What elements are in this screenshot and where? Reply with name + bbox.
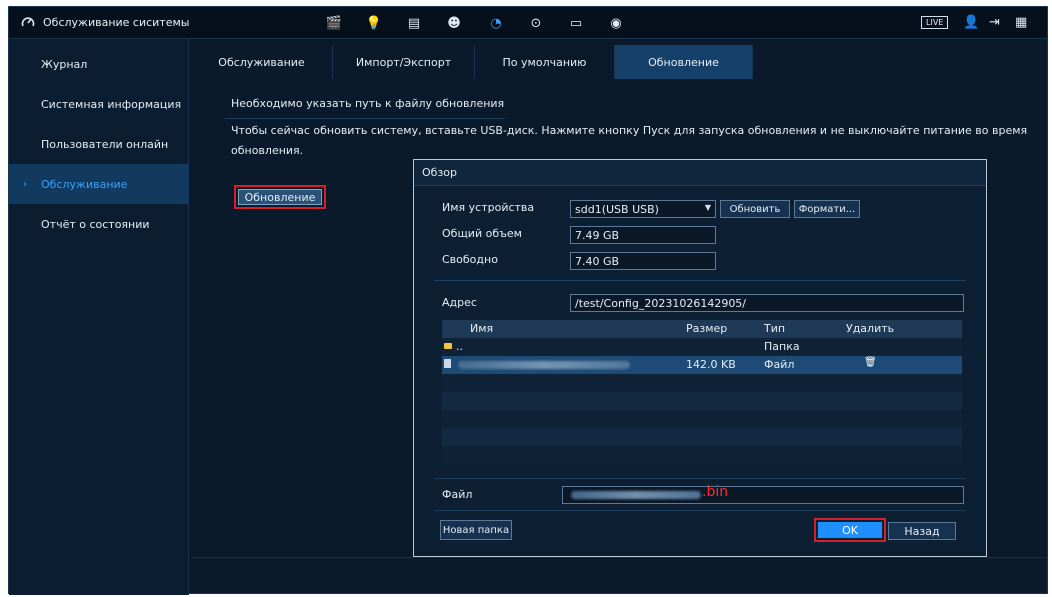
file-extension: .bin — [702, 484, 729, 500]
storage-icon[interactable]: ▤ — [405, 14, 423, 32]
sidebar-item-label: Пользователи онлайн — [41, 137, 169, 151]
col-header-size: Размер — [686, 322, 728, 335]
total-capacity-label: Общий объем — [442, 227, 522, 240]
device-select-value: sdd1(USB USB) — [575, 202, 659, 216]
total-capacity-value: 7.49 GB — [570, 226, 716, 244]
total-capacity-text: 7.49 GB — [575, 228, 620, 242]
ok-button-highlight: OK — [814, 518, 886, 542]
table-row-empty — [442, 392, 962, 410]
update-path-hint: Необходимо указать путь к файлу обновлен… — [231, 97, 505, 110]
top-bar: Обслуживание сиситемы 🎬 💡 ▤ ☻ ◔ ⊙ ▭ ◉ LI… — [9, 7, 1047, 39]
update-instructions-cont: обновления. — [231, 144, 304, 157]
address-field[interactable]: /test/Config_20231026142905/ — [570, 294, 964, 312]
divider — [434, 478, 966, 479]
sidebar-item-label: Журнал — [41, 57, 88, 71]
divider — [434, 280, 966, 281]
divider — [434, 510, 966, 511]
file-label: Файл — [442, 488, 473, 501]
maintenance-gauge-icon — [21, 17, 35, 27]
sidebar-item-label: Отчёт о состоянии — [41, 217, 150, 231]
sidebar-item-maintenance[interactable]: › Обслуживание — [9, 164, 189, 204]
row-name: .. — [456, 340, 463, 353]
update-button-highlight: Обновление — [234, 185, 326, 209]
update-instructions: Чтобы сейчас обновить систему, вставьте … — [231, 124, 1028, 137]
browse-dialog: Обзор Имя устройства sdd1(USB USB) ▼ Обн… — [413, 159, 987, 557]
maintenance-tab-icon[interactable]: ◔ — [487, 14, 505, 32]
tab-label: По умолчанию — [502, 55, 587, 69]
bottom-strip — [191, 557, 1047, 593]
refresh-button[interactable]: Обновить — [720, 200, 790, 218]
tab-default[interactable]: По умолчанию — [475, 45, 615, 79]
col-header-type: Тип — [764, 322, 786, 335]
audio-icon[interactable]: ◉ — [607, 14, 625, 32]
sidebar-item-label: Обслуживание — [41, 177, 128, 191]
dialog-header: Обзор — [414, 160, 986, 186]
app-screen: Обслуживание сиситемы 🎬 💡 ▤ ☻ ◔ ⊙ ▭ ◉ LI… — [8, 6, 1048, 595]
live-button[interactable]: LIVE — [921, 16, 949, 29]
col-header-name: Имя — [470, 322, 494, 335]
tab-label: Обновление — [648, 55, 719, 69]
table-row-empty — [442, 428, 962, 446]
update-button[interactable]: Обновление — [238, 189, 322, 205]
free-space-label: Свободно — [442, 253, 498, 266]
row-size: 142.0 KB — [686, 358, 736, 371]
file-name-field[interactable] — [562, 486, 964, 504]
tab-bar: Обслуживание Импорт/Экспорт По умолчанию… — [191, 45, 1047, 79]
tab-label: Обслуживание — [218, 55, 305, 69]
table-row[interactable]: .. Папка — [442, 338, 962, 356]
chevron-down-icon: ▼ — [704, 203, 711, 212]
folder-icon — [444, 343, 452, 349]
device-select[interactable]: sdd1(USB USB) ▼ — [570, 200, 716, 218]
tab-update[interactable]: Обновление — [615, 45, 753, 79]
user-icon[interactable]: 👤 — [963, 15, 979, 30]
alarm-light-icon[interactable]: 💡 — [365, 14, 383, 32]
free-space-value: 7.40 GB — [570, 252, 716, 270]
network-icon[interactable]: ⊙ — [527, 14, 545, 32]
ai-head-icon[interactable]: ☻ — [445, 14, 463, 32]
table-row-selected[interactable]: 142.0 KB Файл 🗑 — [442, 356, 962, 374]
display-icon[interactable]: ▭ — [567, 14, 585, 32]
device-name-label: Имя устройства — [442, 201, 535, 214]
trash-icon[interactable]: 🗑 — [864, 357, 877, 368]
app-title: Обслуживание сиситемы — [43, 16, 190, 29]
back-button[interactable]: Назад — [888, 522, 956, 540]
sidebar-item-system-info[interactable]: Системная информация — [9, 84, 189, 124]
new-folder-button[interactable]: Новая папка — [440, 520, 512, 540]
col-header-delete: Удалить — [846, 322, 895, 335]
tab-label: Импорт/Экспорт — [355, 55, 452, 69]
tab-maintenance[interactable]: Обслуживание — [191, 45, 333, 79]
sidebar-item-log[interactable]: Журнал — [9, 44, 189, 84]
row-type: Папка — [764, 340, 800, 353]
dialog-title: Обзор — [422, 166, 458, 179]
tab-import-export[interactable]: Импорт/Экспорт — [333, 45, 475, 79]
sidebar-item-online-users[interactable]: Пользователи онлайн — [9, 124, 189, 164]
file-icon — [444, 359, 451, 368]
video-clip-icon[interactable]: 🎬 — [325, 14, 343, 32]
sidebar: Журнал Системная информация Пользователи… — [9, 39, 189, 595]
qr-code-icon[interactable]: ▦ — [1015, 15, 1027, 30]
sidebar-item-label: Системная информация — [41, 97, 182, 111]
table-row-empty — [442, 446, 962, 464]
chevron-right-icon: › — [23, 178, 27, 190]
row-type: Файл — [764, 358, 795, 371]
logout-icon[interactable]: ⇥ — [989, 15, 1000, 30]
address-label: Адрес — [442, 296, 477, 309]
table-row-empty — [442, 410, 962, 428]
divider — [225, 118, 505, 119]
format-button[interactable]: Формати... — [794, 200, 860, 218]
sidebar-item-status-report[interactable]: Отчёт о состоянии — [9, 204, 189, 244]
address-text: /test/Config_20231026142905/ — [575, 296, 747, 310]
free-space-text: 7.40 GB — [575, 254, 620, 268]
redacted-filename — [571, 491, 701, 499]
table-header: Имя Размер Тип Удалить — [442, 320, 962, 338]
table-row-empty — [442, 374, 962, 392]
ok-button[interactable]: OK — [818, 522, 882, 538]
file-table: Имя Размер Тип Удалить .. Папка 142.0 KB… — [442, 320, 962, 472]
redacted-filename — [458, 361, 630, 369]
